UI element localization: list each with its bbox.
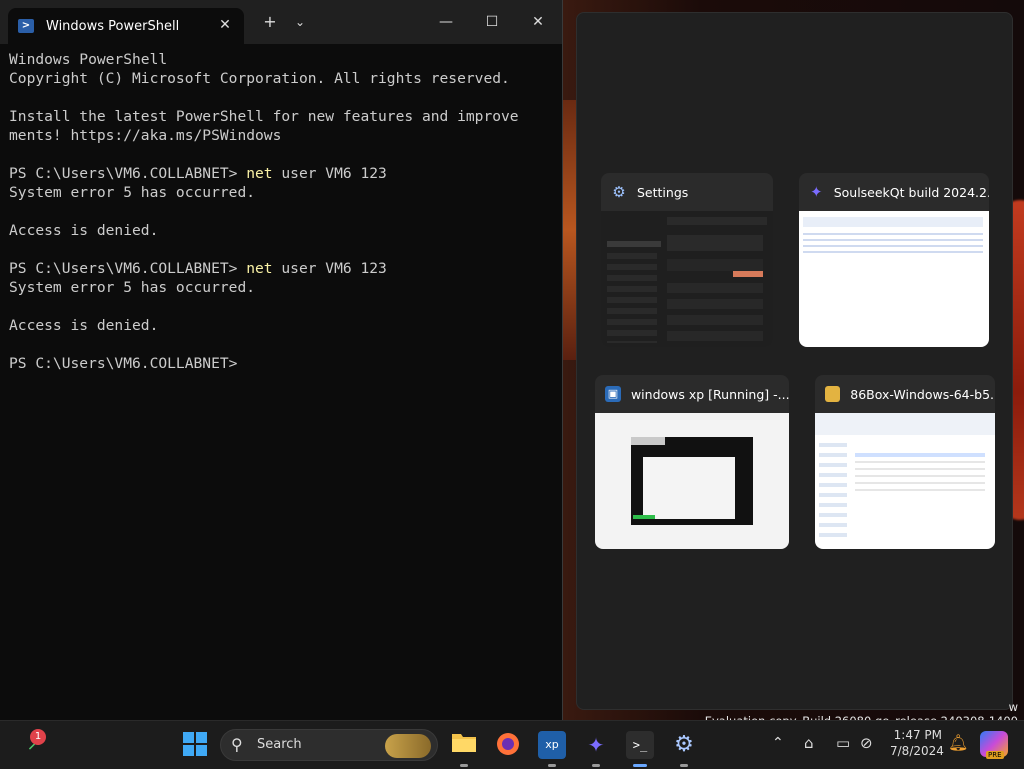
settings-thumbnail (601, 211, 773, 347)
console-line: PS C:\Users\VM6.COLLABNET> net user VM6 … (9, 164, 556, 183)
virtualbox-icon: ▣ (605, 386, 621, 402)
terminal-taskbar-icon[interactable]: >_ (626, 731, 654, 759)
console-output[interactable]: Windows PowerShell Copyright (C) Microsof… (9, 50, 556, 373)
card-title: 86Box-Windows-64-b5... (850, 386, 995, 402)
clock[interactable]: 1:47 PM 7/8/2024 (890, 727, 944, 759)
card-title: Settings (637, 184, 689, 200)
maximize-icon[interactable]: ☐ (472, 8, 512, 36)
minimize-icon[interactable]: — (426, 8, 466, 36)
taskview-card-settings[interactable]: ⚙ Settings (601, 173, 773, 347)
console-text: PS C:\Users\VM6.COLLABNET> (9, 260, 247, 277)
console-text: Access is denied. (9, 317, 159, 334)
console-line: Access is denied. (9, 221, 556, 240)
console-line: Install the latest PowerShell for new fe… (9, 107, 556, 126)
copilot-preview-badge: PRE (986, 751, 1004, 759)
console-command: net (246, 165, 273, 182)
settings-running-indicator (680, 764, 688, 767)
console-text: PS C:\Users\VM6.COLLABNET> (9, 355, 238, 372)
console-line: PS C:\Users\VM6.COLLABNET> (9, 354, 556, 373)
taskbar: ↗ 1 ⚲ Search xp ✦ >_ ⚙ ⌃ ⌂ ▭ ⊘ 1:47 PM 7… (0, 720, 1024, 769)
taskview-card-soulseek[interactable]: ✦ SoulseekQt build 2024.2.... (799, 173, 989, 347)
start-windows-icon[interactable] (181, 731, 209, 759)
explorer-running-indicator (460, 764, 468, 767)
close-window-icon[interactable]: ✕ (518, 8, 558, 36)
close-tab-icon[interactable]: ✕ (216, 16, 234, 34)
console-line: System error 5 has occurred. (9, 278, 556, 297)
clock-date: 7/8/2024 (890, 744, 944, 758)
card-header: ▣ windows xp [Running] -... (595, 375, 789, 413)
tab-powershell[interactable]: > Windows PowerShell ✕ (8, 8, 244, 44)
firefox-icon[interactable] (494, 731, 522, 759)
terminal-active-indicator (633, 764, 647, 767)
console-text: Windows PowerShell (9, 51, 168, 68)
console-line: PS C:\Users\VM6.COLLABNET> net user VM6 … (9, 259, 556, 278)
powershell-icon: > (18, 19, 34, 33)
card-header: ✦ SoulseekQt build 2024.2.... (799, 173, 989, 211)
file-explorer-icon[interactable] (450, 731, 478, 759)
taskview-card-virtualbox[interactable]: ▣ windows xp [Running] -... (595, 375, 789, 549)
console-text: Copyright (C) Microsoft Corporation. All… (9, 70, 510, 87)
console-command: net (246, 260, 273, 277)
console-args: user VM6 123 (272, 165, 387, 182)
soulseek-taskbar-icon[interactable]: ✦ (582, 731, 610, 759)
volume-muted-icon[interactable]: ⊘ (860, 734, 873, 752)
search-placeholder: Search (257, 737, 302, 752)
card-header: ⚙ Settings (601, 173, 773, 211)
card-title: SoulseekQt build 2024.2.... (833, 184, 989, 200)
soulseek-thumbnail (799, 211, 989, 347)
watermark-line1: w (1008, 700, 1018, 714)
taskbar-search-box[interactable]: ⚲ Search (220, 729, 438, 761)
console-text: Access is denied. (9, 222, 159, 239)
console-line: Copyright (C) Microsoft Corporation. All… (9, 69, 556, 88)
chevron-down-icon[interactable]: ⌄ (288, 10, 312, 34)
card-title: windows xp [Running] -... (630, 386, 789, 402)
show-hidden-icons-chevron-icon[interactable]: ⌃ (772, 735, 784, 751)
wallpaper-accent (562, 100, 576, 360)
console-text: PS C:\Users\VM6.COLLABNET> (9, 165, 247, 182)
card-header: 86Box-Windows-64-b5... (815, 375, 995, 413)
search-icon: ⚲ (231, 735, 243, 754)
virtualbox-thumbnail (595, 413, 789, 549)
console-text: ments! https://aka.ms/PSWindows (9, 127, 282, 144)
console-line: ments! https://aka.ms/PSWindows (9, 126, 556, 145)
virtualbox-running-indicator (548, 764, 556, 767)
settings-taskbar-icon[interactable]: ⚙ (670, 731, 698, 759)
soulseek-running-indicator (592, 764, 600, 767)
folder-icon (825, 386, 841, 402)
widgets-badge: 1 (30, 729, 46, 745)
console-text: System error 5 has occurred. (9, 184, 256, 201)
display-icon[interactable]: ▭ (836, 734, 850, 752)
powershell-window[interactable]: > Windows PowerShell ✕ + ⌄ — ☐ ✕ Windows… (0, 0, 563, 720)
console-text: Install the latest PowerShell for new fe… (9, 108, 519, 125)
clock-time: 1:47 PM (893, 728, 942, 742)
console-line: Access is denied. (9, 316, 556, 335)
console-line: System error 5 has occurred. (9, 183, 556, 202)
notification-bell-icon[interactable]: 🔔︎ (948, 733, 968, 752)
console-text: System error 5 has occurred. (9, 279, 256, 296)
virtualbox-taskbar-icon[interactable]: xp (538, 731, 566, 759)
taskview-card-86box[interactable]: 86Box-Windows-64-b5... (815, 375, 995, 549)
tab-title: Windows PowerShell (46, 18, 180, 34)
search-highlight-image (385, 734, 431, 758)
explorer-thumbnail (815, 413, 995, 549)
task-view: ⚙ Settings ✦ SoulseekQt build 2024.2....… (576, 12, 1013, 710)
new-tab-icon[interactable]: + (258, 10, 282, 34)
soulseek-bird-icon: ✦ (810, 183, 823, 201)
console-args: user VM6 123 (272, 260, 387, 277)
settings-gear-icon: ⚙ (612, 183, 626, 201)
console-line: Windows PowerShell (9, 50, 556, 69)
title-bar[interactable]: > Windows PowerShell ✕ + ⌄ — ☐ ✕ (0, 0, 562, 44)
network-icon[interactable]: ⌂ (804, 734, 814, 752)
